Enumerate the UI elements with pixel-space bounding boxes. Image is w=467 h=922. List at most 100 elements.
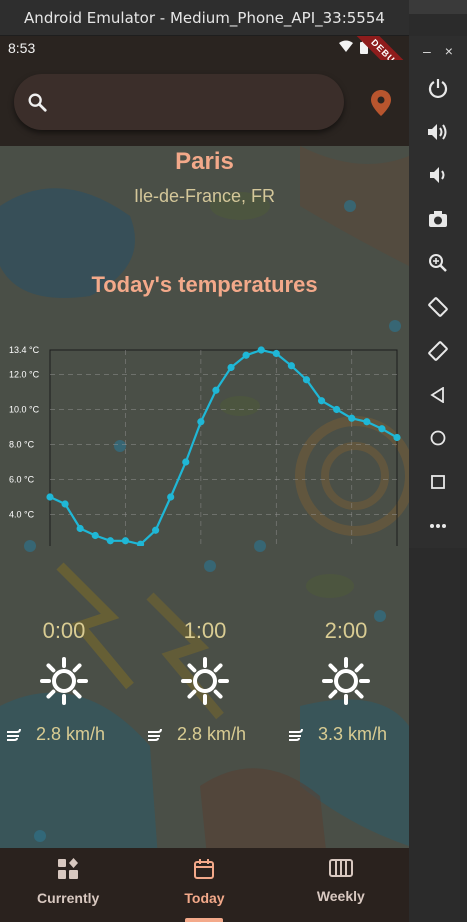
emulator-top-strip [409,0,467,14]
chart-data-point [363,418,371,426]
hourly-wind: 3.3 km/h [288,724,387,745]
emulator-title: Android Emulator - Medium_Phone_API_33:5… [24,8,385,27]
zoom-button[interactable] [418,241,458,285]
location-pin-icon[interactable] [371,90,391,116]
hourly-wind-speed: 2.8 km/h [177,724,247,744]
rotate-right-icon [428,340,448,361]
hourly-item: 2:00 [276,618,409,706]
chart-data-point [393,433,401,442]
temperature-chart: 1.4 °C2.0 °C4.0 °C6.0 °C8.0 °C10.0 °C12.… [9,345,401,547]
chart-data-point [333,405,341,414]
chart-data-point [287,362,295,370]
zoom-icon [429,254,447,272]
chart-y-tick-label: 6.0 °C [9,475,35,485]
calendar-icon [194,859,215,879]
search-input[interactable] [58,93,328,111]
power-button[interactable] [418,66,458,110]
chart-data-point [91,531,99,540]
rotate-right-button[interactable] [418,329,458,373]
sun-icon [40,657,88,705]
search-icon[interactable] [26,91,48,113]
rotate-left-icon [428,297,448,317]
chart-data-point [348,414,356,422]
home-icon [430,431,446,446]
chart-title: Today's temperatures [91,272,318,297]
screenshot-button[interactable] [418,197,458,241]
chart-y-tick-label: 13.4 °C [9,345,40,355]
chart-series-line [49,348,398,546]
volume-down-icon [430,167,445,184]
wifi-icon [339,40,353,52]
rotate-left-button[interactable] [418,285,458,329]
volume-down-button[interactable] [418,154,458,198]
nav-item-today[interactable]: Today [136,848,272,922]
camera-icon [429,211,447,228]
hourly-wind-speed: 2.8 km/h [36,724,106,744]
weekly-icon [328,859,353,877]
volume-up-icon [428,123,447,140]
back-icon [430,386,444,403]
sun-icon [181,657,229,705]
more-icon [430,524,446,529]
chart-y-tick-label: 10.0 °C [9,405,40,415]
wind-icon [148,728,162,741]
hourly-wind: 2.8 km/h [6,724,105,745]
power-icon [428,78,448,98]
emulator-toolbar: – × [409,36,467,548]
chart-data-point [61,500,69,508]
nav-label-currently: Currently [37,890,100,906]
chart-data-point [242,351,250,359]
chart-y-tick-label: 2.0 °C [9,545,35,547]
hourly-wind-speed: 3.3 km/h [318,724,388,744]
chart-data-point [272,349,280,358]
phone-screen: 8:53 DEBUG Paris Ile-de-France, FR Today… [0,36,409,922]
chart-data-point [257,346,265,354]
chart-data-point [212,386,220,394]
nav-active-indicator [185,918,224,922]
hourly-time: 2:00 [324,618,368,643]
hourly-item: 0:00 [0,618,134,706]
chart-data-point [302,376,311,384]
status-bar: 8:53 DEBUG [0,36,409,92]
chart-data-point [106,537,114,545]
region-name: Ile-de-France, FR [133,186,276,206]
hourly-wind: 2.8 km/h [147,724,246,745]
emulator-window-controls: – × [423,36,453,66]
hourly-item: 1:00 [135,618,275,706]
chart-data-point [378,425,386,433]
close-button[interactable]: × [445,43,453,59]
nav-item-currently[interactable]: Currently [0,848,136,922]
city-name: Paris [175,148,234,175]
chart-data-point [121,537,130,545]
nav-item-weekly[interactable]: Weekly [273,848,409,922]
hourly-time: 1:00 [183,618,227,643]
overview-button[interactable] [418,460,458,504]
more-button[interactable] [418,504,458,548]
chart-data-point [152,526,160,534]
chart-data-point [197,418,205,426]
sun-icon [322,657,370,705]
minimize-button[interactable]: – [423,43,431,59]
nav-label-weekly: Weekly [316,888,365,904]
chart-data-point [227,363,235,372]
search-bar[interactable] [14,74,344,130]
wind-icon [289,728,303,741]
bottom-navigation: Currently Today Weekly [0,848,409,922]
status-time: 8:53 [8,40,36,56]
nav-label-today: Today [184,890,225,906]
wind-icon [7,728,21,741]
hourly-time: 0:00 [42,618,86,643]
emulator-title-bar: Android Emulator - Medium_Phone_API_33:5… [0,0,409,36]
chart-data-point [46,493,54,501]
home-button[interactable] [418,417,458,461]
chart-data-point [182,458,190,466]
chart-y-tick-label: 8.0 °C [9,440,35,450]
chart-data-point [167,493,175,501]
currently-icon [58,858,79,879]
chart-data-point [76,524,84,533]
chart-data-point [317,397,326,405]
chart-y-tick-label: 4.0 °C [9,510,35,520]
volume-up-button[interactable] [418,110,458,154]
overview-icon [431,475,445,490]
back-button[interactable] [418,373,458,417]
